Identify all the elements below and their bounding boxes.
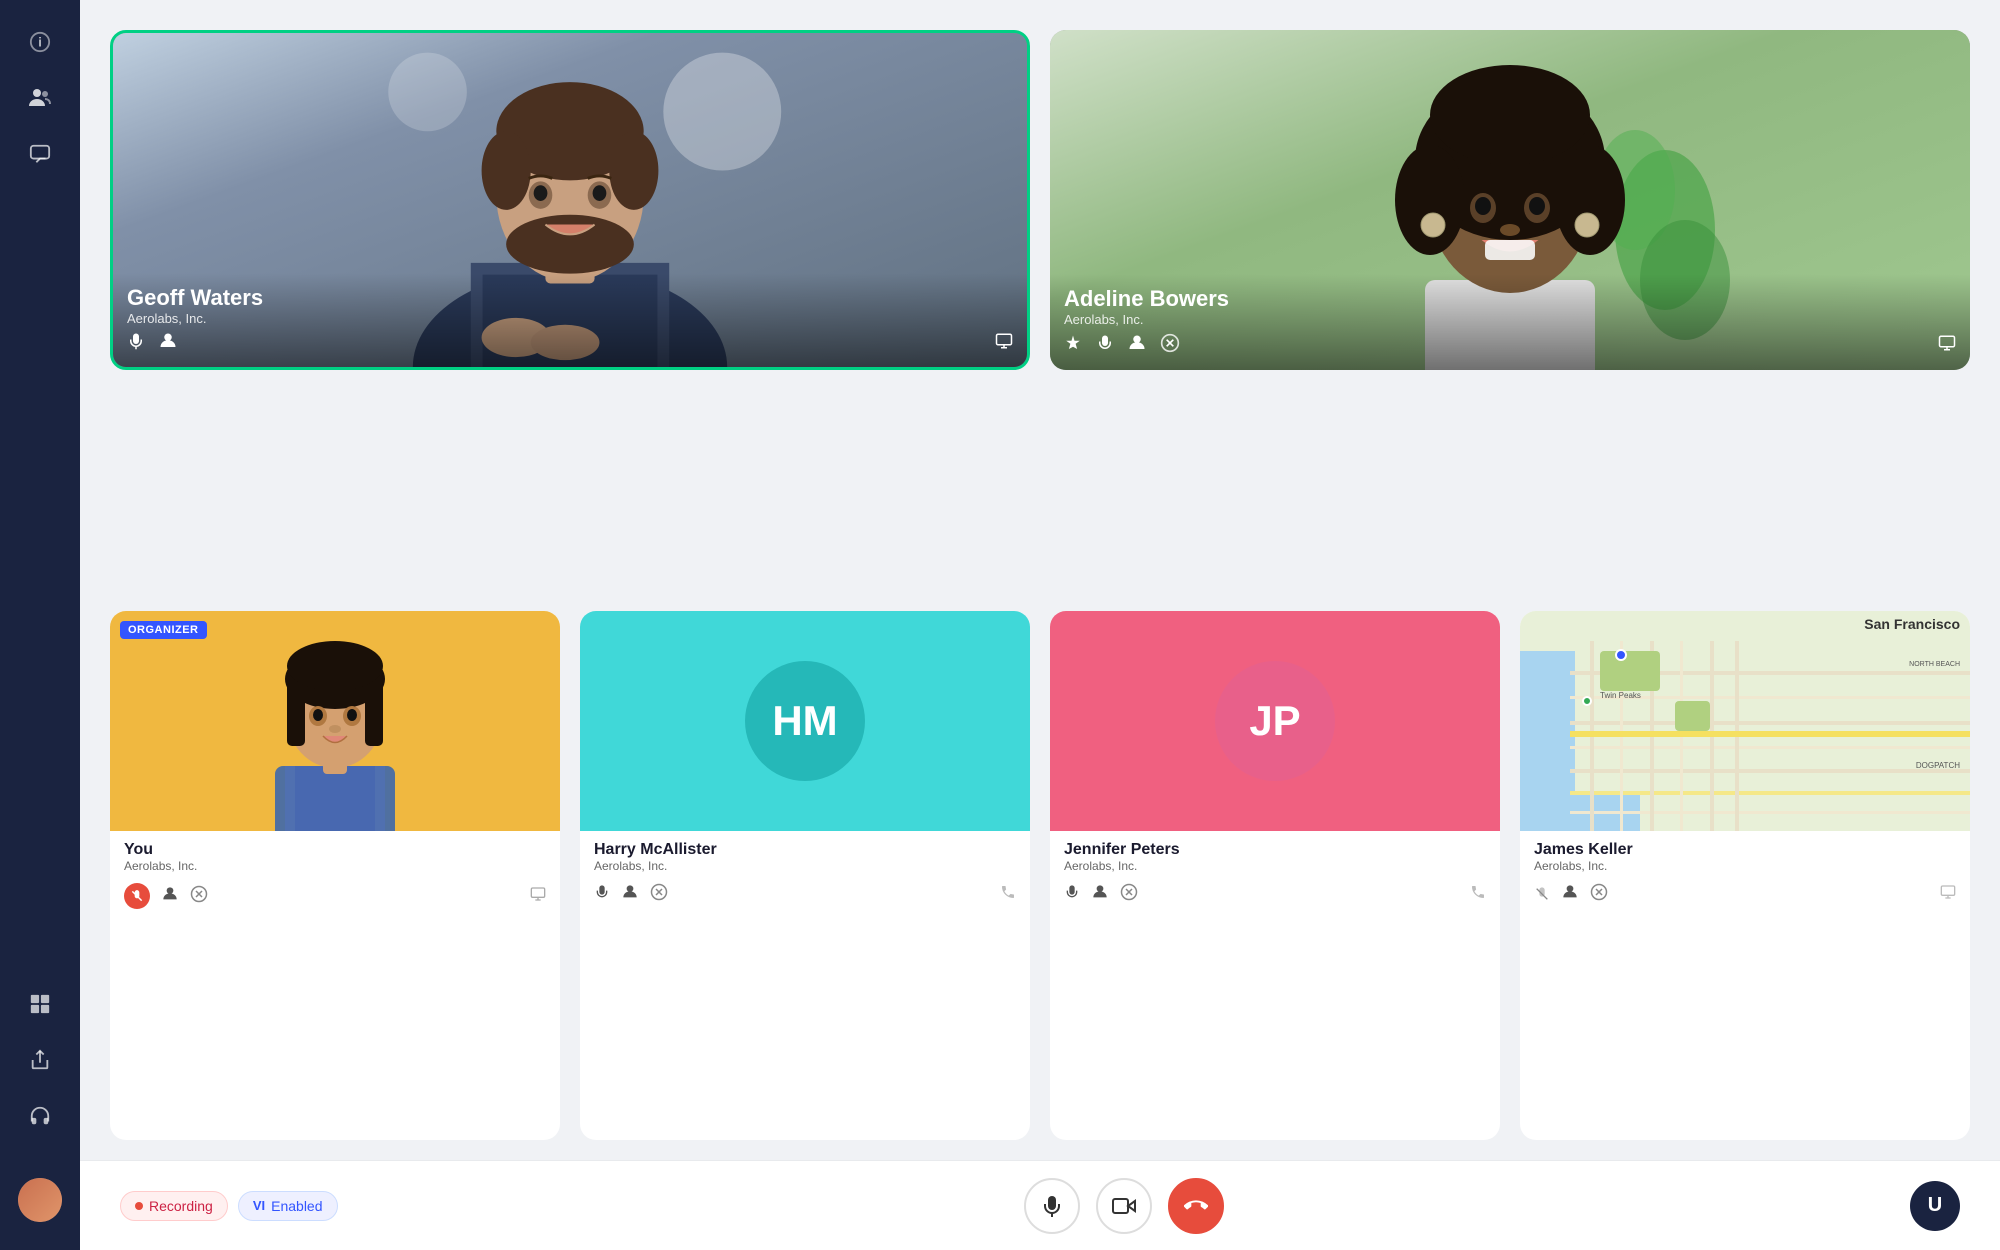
grid-icon[interactable] — [18, 982, 62, 1026]
main-content: Geoff Waters Aerolabs, Inc. — [80, 0, 2000, 1250]
adeline-pin-icon[interactable] — [1064, 334, 1082, 357]
bottom-row: ORGANIZER — [110, 611, 1970, 1140]
james-org: Aerolabs, Inc. — [1534, 859, 1956, 873]
you-figure — [110, 611, 560, 831]
adeline-org: Aerolabs, Inc. — [1064, 312, 1956, 327]
participant-panel-adeline: Adeline Bowers Aerolabs, Inc. — [1050, 30, 1970, 370]
participant-panel-you: ORGANIZER — [110, 611, 560, 1140]
info-icon[interactable]: i — [18, 20, 62, 64]
jennifer-person-icon[interactable] — [1092, 884, 1108, 904]
james-details: James Keller Aerolabs, Inc. — [1520, 831, 1970, 877]
james-screen-icon[interactable] — [1940, 884, 1956, 904]
end-call-button[interactable] — [1168, 1178, 1224, 1234]
you-controls — [110, 877, 560, 919]
you-photo: ORGANIZER — [110, 611, 560, 831]
end-call-icon — [1184, 1194, 1208, 1218]
james-person-icon[interactable] — [1562, 884, 1578, 904]
jennifer-details: Jennifer Peters Aerolabs, Inc. — [1050, 831, 1500, 877]
harry-photo: HM — [580, 611, 1030, 831]
geoff-person-icon[interactable] — [159, 332, 177, 355]
bottom-bar: Recording VI Enabled U — [80, 1160, 2000, 1250]
jennifer-org: Aerolabs, Inc. — [1064, 859, 1486, 873]
user-avatar[interactable] — [18, 1178, 62, 1222]
geoff-mic-icon[interactable] — [127, 332, 145, 355]
you-mic-muted-icon[interactable] — [124, 883, 150, 909]
harry-mic-icon[interactable] — [594, 884, 610, 904]
recording-badge[interactable]: Recording — [120, 1191, 228, 1221]
people-icon[interactable] — [18, 76, 62, 120]
jennifer-mic-icon[interactable] — [1064, 884, 1080, 904]
geoff-name: Geoff Waters — [127, 285, 1013, 311]
you-close-icon[interactable] — [190, 885, 208, 907]
participant-panel-james: San Francisco Twin Peaks DOGPATCH NORTH … — [1520, 611, 1970, 1140]
top-row: Geoff Waters Aerolabs, Inc. — [110, 30, 1970, 591]
geoff-org: Aerolabs, Inc. — [127, 311, 1013, 326]
james-controls — [1520, 877, 1970, 915]
adeline-person-icon[interactable] — [1128, 334, 1146, 357]
headset-icon[interactable] — [18, 1094, 62, 1138]
organizer-badge: ORGANIZER — [120, 621, 207, 639]
harry-person-icon[interactable] — [622, 884, 638, 904]
map-simulation: San Francisco Twin Peaks DOGPATCH NORTH … — [1520, 611, 1970, 831]
james-map: San Francisco Twin Peaks DOGPATCH NORTH … — [1520, 611, 1970, 831]
video-grid: Geoff Waters Aerolabs, Inc. — [80, 0, 2000, 1160]
camera-icon — [1112, 1194, 1136, 1218]
jennifer-initials: JP — [1215, 661, 1335, 781]
geoff-screen-icon[interactable] — [995, 332, 1013, 355]
share-icon[interactable] — [18, 1038, 62, 1082]
harry-org: Aerolabs, Inc. — [594, 859, 1016, 873]
mic-icon — [1040, 1194, 1064, 1218]
jennifer-phone-icon[interactable] — [1470, 884, 1486, 904]
you-name: You — [124, 841, 546, 859]
adeline-mic-icon[interactable] — [1096, 334, 1114, 357]
harry-details: Harry McAllister Aerolabs, Inc. — [580, 831, 1030, 877]
you-person-icon[interactable] — [162, 886, 178, 906]
svg-text:i: i — [38, 35, 42, 50]
adeline-screen-icon[interactable] — [1938, 334, 1956, 357]
recording-dot — [135, 1202, 143, 1210]
james-mic-muted-icon[interactable] — [1534, 886, 1550, 902]
user-menu-button[interactable]: U — [1910, 1181, 1960, 1231]
participant-panel-jennifer: JP Jennifer Peters Aerolabs, Inc. — [1050, 611, 1500, 1140]
you-screen-icon[interactable] — [530, 886, 546, 906]
call-controls — [1024, 1178, 1224, 1234]
adeline-close-icon[interactable] — [1160, 333, 1180, 358]
james-close-icon[interactable] — [1590, 883, 1608, 905]
jennifer-close-icon[interactable] — [1120, 883, 1138, 905]
vi-label-prefix: VI — [253, 1198, 265, 1213]
harry-name: Harry McAllister — [594, 841, 1016, 859]
jennifer-controls — [1050, 877, 1500, 915]
participant-panel-harry: HM Harry McAllister Aerolabs, Inc. — [580, 611, 1030, 1140]
geoff-panel-info: Geoff Waters Aerolabs, Inc. — [113, 273, 1027, 367]
mute-button[interactable] — [1024, 1178, 1080, 1234]
user-menu-label: U — [1928, 1194, 1942, 1217]
james-name: James Keller — [1534, 841, 1956, 859]
adeline-panel-info: Adeline Bowers Aerolabs, Inc. — [1050, 274, 1970, 370]
vi-enabled-label: Enabled — [271, 1198, 322, 1214]
status-badges: Recording VI Enabled — [120, 1191, 338, 1221]
you-org: Aerolabs, Inc. — [124, 859, 546, 873]
harry-controls — [580, 877, 1030, 915]
adeline-controls — [1064, 333, 1956, 358]
geoff-controls — [127, 332, 1013, 355]
harry-phone-icon[interactable] — [1000, 884, 1016, 904]
recording-label: Recording — [149, 1198, 213, 1214]
jennifer-name: Jennifer Peters — [1064, 841, 1486, 859]
adeline-name: Adeline Bowers — [1064, 286, 1956, 312]
you-details: You Aerolabs, Inc. — [110, 831, 560, 877]
jennifer-photo: JP — [1050, 611, 1500, 831]
participant-panel-geoff: Geoff Waters Aerolabs, Inc. — [110, 30, 1030, 370]
camera-button[interactable] — [1096, 1178, 1152, 1234]
vi-enabled-badge[interactable]: VI Enabled — [238, 1191, 338, 1221]
chat-icon[interactable] — [18, 132, 62, 176]
harry-close-icon[interactable] — [650, 883, 668, 905]
harry-initials: HM — [745, 661, 865, 781]
sidebar: i — [0, 0, 80, 1250]
